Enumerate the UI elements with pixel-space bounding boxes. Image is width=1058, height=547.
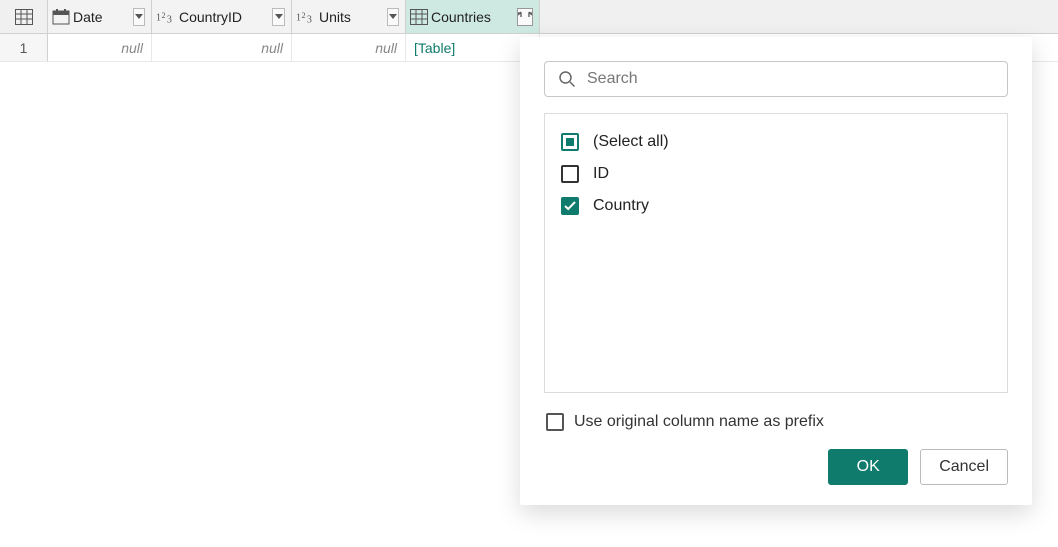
svg-text:2: 2 [301,10,305,19]
list-item-label: Country [593,197,649,215]
number-type-icon: 1 2 3 [296,7,316,27]
prefix-label: Use original column name as prefix [574,413,824,431]
select-all-corner[interactable] [0,0,48,33]
chevron-down-icon [389,14,397,19]
list-item-country[interactable]: Country [559,190,993,222]
chevron-down-icon [275,14,283,19]
list-item-select-all[interactable]: (Select all) [559,126,993,158]
list-item-id[interactable]: ID [559,158,993,190]
svg-text:3: 3 [307,14,312,25]
row-index[interactable]: 1 [0,34,48,61]
ok-button[interactable]: OK [828,449,908,485]
svg-text:3: 3 [167,14,172,25]
search-input[interactable] [544,61,1008,97]
column-label: Units [319,9,382,25]
dialog-button-row: OK Cancel [544,449,1008,485]
column-select-list: (Select all) ID Country [544,113,1008,393]
expand-column-popup: (Select all) ID Country Use original col… [520,37,1032,505]
expand-column-button[interactable] [517,8,533,26]
number-type-icon: 1 2 3 [156,7,176,27]
column-header-countries[interactable]: Countries [406,0,540,33]
search-field-wrap [544,61,1008,97]
column-header-row: Date 1 2 3 CountryID 1 [0,0,1058,34]
list-item-label: ID [593,165,609,183]
prefix-option-row[interactable]: Use original column name as prefix [544,409,1008,449]
check-icon [564,201,576,211]
column-label: Countries [431,9,512,25]
column-label: Date [73,9,128,25]
svg-text:1: 1 [296,12,301,23]
checkbox-checked[interactable] [561,197,579,215]
checkbox-prefix[interactable] [546,413,564,431]
filter-dropdown-button[interactable] [272,8,285,26]
svg-text:1: 1 [156,12,161,23]
column-header-units[interactable]: 1 2 3 Units [292,0,406,33]
column-header-date[interactable]: Date [48,0,152,33]
chevron-down-icon [135,14,143,19]
checkbox-indeterminate[interactable] [561,133,579,151]
table-icon [15,9,33,25]
filter-dropdown-button[interactable] [133,8,145,26]
search-icon [558,70,576,88]
cell-date[interactable]: null [48,34,152,61]
date-type-icon [52,7,70,27]
svg-text:2: 2 [161,10,165,19]
cell-countryid[interactable]: null [152,34,292,61]
filter-dropdown-button[interactable] [387,8,399,26]
checkbox-unchecked[interactable] [561,165,579,183]
cancel-button[interactable]: Cancel [920,449,1008,485]
expand-icon [518,11,532,23]
column-header-countryid[interactable]: 1 2 3 CountryID [152,0,292,33]
column-label: CountryID [179,9,267,25]
cell-units[interactable]: null [292,34,406,61]
list-item-label: (Select all) [593,133,669,151]
table-type-icon [410,7,428,27]
